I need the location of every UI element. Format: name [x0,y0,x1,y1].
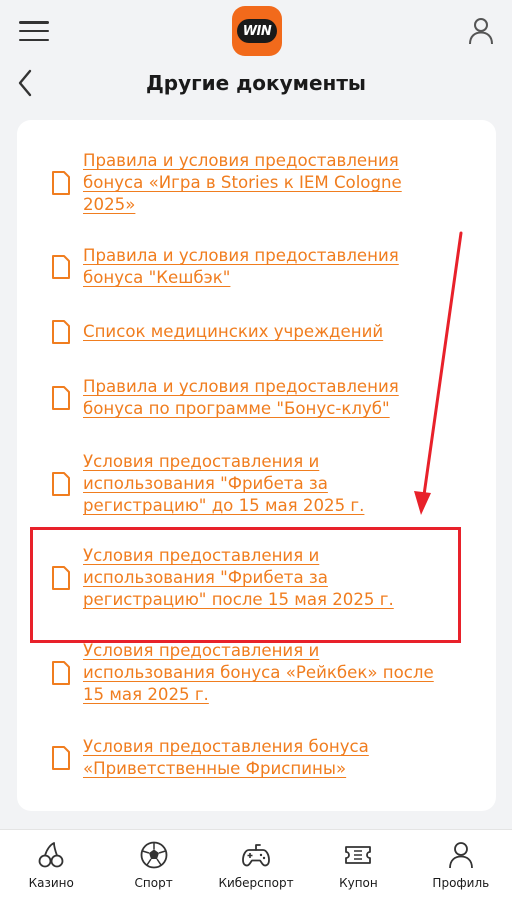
highlight-annotation-box [30,527,461,643]
document-icon [52,255,70,279]
document-link[interactable]: Условия предоставления и использования б… [83,640,451,706]
cherries-icon [38,842,64,868]
user-icon [448,842,473,869]
document-link[interactable]: Список медицинских учреждений [83,321,383,343]
nav-item-casino[interactable]: Казино [0,830,102,900]
gamepad-icon [242,844,270,867]
nav-label: Спорт [134,876,173,890]
ticket-icon [345,846,372,864]
document-icon [52,320,70,344]
document-icon [52,661,70,685]
document-link[interactable]: Правила и условия предоставления бонуса … [83,245,451,289]
bottom-navigation: Казино Спорт Киберспорт Купон Профиль [0,829,512,900]
document-link[interactable]: Правила и условия предоставления бонуса … [83,376,451,420]
page-header: Другие документы [0,62,512,104]
document-link[interactable]: Условия предоставления бонуса «Приветств… [83,736,451,780]
document-link[interactable]: Правила и условия предоставления бонуса … [83,150,451,216]
back-arrow-icon[interactable] [14,68,36,98]
documents-card: Правила и условия предоставления бонуса … [17,120,496,811]
nav-item-esports[interactable]: Киберспорт [205,830,307,900]
hamburger-menu-icon[interactable] [18,17,50,45]
page-title: Другие документы [145,71,367,95]
nav-label: Профиль [432,876,490,890]
nav-label: Казино [28,876,74,890]
nav-item-profile[interactable]: Профиль [410,830,512,900]
app-logo[interactable]: WIN [232,6,282,56]
document-item[interactable]: Правила и условия предоставления бонуса … [51,150,451,216]
document-item[interactable]: Условия предоставления и использования б… [51,640,451,706]
document-item[interactable]: Правила и условия предоставления бонуса … [51,376,451,420]
document-item[interactable]: Список медицинских учреждений [51,320,451,344]
document-item[interactable]: Правила и условия предоставления бонуса … [51,245,451,289]
document-link[interactable]: Условия предоставления и использования "… [83,451,451,517]
document-icon [52,386,70,410]
nav-item-sport[interactable]: Спорт [102,830,204,900]
nav-label: Купон [339,876,378,890]
logo-text: WIN [237,19,277,43]
document-item[interactable]: Условия предоставления и использования "… [51,451,451,517]
user-profile-icon[interactable] [468,17,494,45]
document-item[interactable]: Условия предоставления бонуса «Приветств… [51,736,451,780]
soccer-ball-icon [140,841,168,869]
document-icon [52,472,70,496]
document-icon [52,746,70,770]
nav-item-coupon[interactable]: Купон [307,830,409,900]
document-icon [52,171,70,195]
nav-label: Киберспорт [218,876,294,890]
